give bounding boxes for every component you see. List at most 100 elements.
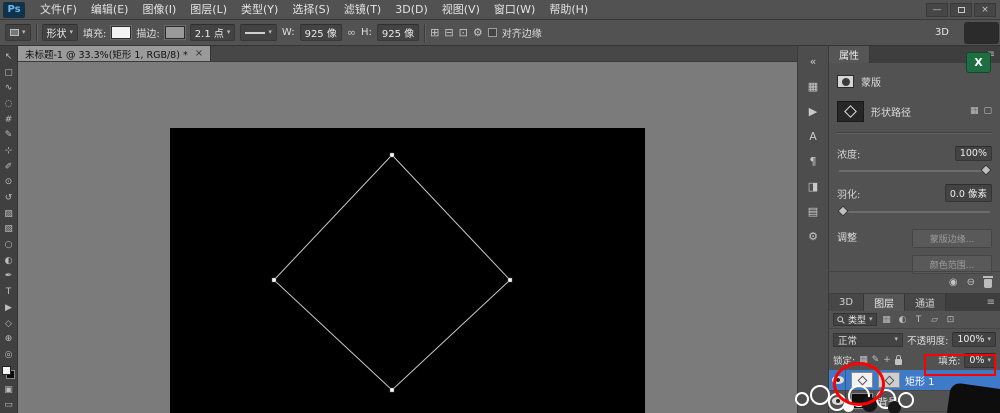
fill-swatch[interactable] [111, 26, 131, 39]
filter-type-layers-icon[interactable]: T [913, 315, 925, 325]
tab-3d[interactable]: 3D [829, 294, 864, 311]
mask-visibility-icon[interactable]: ◉ [949, 277, 958, 288]
shape-tool[interactable]: ◇ [0, 316, 18, 332]
stroke-width-field[interactable]: 2.1 点 ▾ [190, 24, 236, 41]
shape-path[interactable] [274, 155, 510, 390]
add-vector-mask-icon[interactable]: ▢ [983, 106, 992, 116]
color-swatches[interactable] [2, 366, 15, 379]
restore-icon [958, 7, 965, 13]
feather-field[interactable]: 0.0 像素 [945, 184, 992, 202]
adjustments-panel-icon[interactable]: ◨ [801, 175, 825, 197]
lock-all-icon[interactable] [895, 359, 902, 365]
document-tab[interactable]: 未标题-1 @ 33.3%(矩形 1, RGB/8) * × [18, 46, 211, 61]
tab-channels[interactable]: 通道 [905, 294, 946, 311]
dodge-tool[interactable]: ◐ [0, 253, 18, 269]
density-field[interactable]: 100% [955, 146, 992, 161]
menu-help[interactable]: 帮助(H) [542, 0, 595, 20]
width-field[interactable]: 925 像 [300, 24, 342, 41]
tool-presets-panel-icon[interactable]: ⚙ [801, 225, 825, 247]
pen-tool[interactable]: ✒ [0, 269, 18, 285]
menu-select[interactable]: 选择(S) [285, 0, 337, 20]
quick-select-tool[interactable]: ◌ [0, 96, 18, 112]
blur-tool[interactable]: ○ [0, 237, 18, 253]
tool-preset-picker[interactable]: ▾ [5, 24, 31, 41]
actions-panel-icon[interactable]: ▶ [801, 100, 825, 122]
menu-window[interactable]: 窗口(W) [487, 0, 542, 20]
foreground-color-swatch[interactable] [2, 366, 11, 375]
lock-pixels-icon[interactable]: ✎ [872, 355, 880, 365]
menu-edit[interactable]: 编辑(E) [84, 0, 136, 20]
marquee-tool[interactable]: ▢ [0, 65, 18, 81]
delete-mask-icon[interactable] [984, 279, 992, 288]
excel-file-icon[interactable]: X [966, 52, 991, 73]
density-slider[interactable] [839, 170, 990, 172]
anchor-point[interactable] [390, 153, 394, 157]
density-slider-knob[interactable] [980, 164, 991, 175]
feather-slider-knob[interactable] [837, 205, 848, 216]
canvas[interactable] [170, 128, 645, 413]
move-tool[interactable]: ↖ [0, 49, 18, 65]
menu-view[interactable]: 视图(V) [435, 0, 487, 20]
lock-position-icon[interactable]: + [883, 355, 891, 365]
screen-mode-icon[interactable]: ▭ [0, 397, 18, 413]
workspace-switcher[interactable]: 3D [935, 27, 949, 38]
brush-tool[interactable]: ✐ [0, 159, 18, 175]
add-pixel-mask-icon[interactable]: ▦ [970, 106, 979, 116]
menu-3d[interactable]: 3D(D) [388, 0, 435, 20]
type-tool[interactable]: T [0, 284, 18, 300]
feather-slider[interactable] [839, 211, 990, 213]
path-operations-icon[interactable]: ⊞ [430, 26, 439, 39]
tab-layers[interactable]: 图层 [864, 294, 905, 311]
layer-filter-select[interactable]: 类型 ▾ [833, 313, 877, 326]
character-panel-icon[interactable]: A [801, 125, 825, 147]
collapse-panels-icon[interactable]: « [801, 50, 825, 72]
height-field[interactable]: 925 像 [377, 24, 419, 41]
stroke-style-select[interactable]: ▾ [240, 24, 277, 41]
crop-tool[interactable]: # [0, 112, 18, 128]
filter-smart-objects-icon[interactable]: ⊡ [945, 315, 957, 325]
close-button[interactable]: × [974, 3, 996, 17]
quick-mask-icon[interactable]: ▣ [0, 382, 18, 398]
menu-image[interactable]: 图像(I) [135, 0, 183, 20]
stroke-swatch[interactable] [165, 26, 185, 39]
filter-adjustment-layers-icon[interactable]: ◐ [897, 315, 909, 325]
menu-filter[interactable]: 滤镜(T) [337, 0, 388, 20]
mask-edge-button[interactable]: 蒙版边缘... [912, 229, 992, 248]
menu-layer[interactable]: 图层(L) [183, 0, 234, 20]
swatches-panel-icon[interactable]: ▦ [801, 75, 825, 97]
paragraph-panel-icon[interactable]: ¶ [801, 150, 825, 172]
eraser-tool[interactable]: ▨ [0, 206, 18, 222]
anchor-point[interactable] [272, 278, 276, 282]
history-brush-tool[interactable]: ↺ [0, 190, 18, 206]
healing-brush-tool[interactable]: ⊹ [0, 143, 18, 159]
tool-mode-select[interactable]: 形状 ▾ [42, 24, 79, 41]
restore-button[interactable] [950, 3, 972, 17]
menu-file[interactable]: 文件(F) [33, 0, 84, 20]
gear-icon[interactable]: ⚙ [473, 26, 483, 39]
anchor-point[interactable] [508, 278, 512, 282]
path-alignment-icon[interactable]: ⊟ [444, 26, 453, 39]
path-arrangement-icon[interactable]: ⊡ [459, 26, 468, 39]
lasso-tool[interactable]: ∿ [0, 80, 18, 96]
align-edges-checkbox[interactable] [488, 28, 497, 37]
minimize-button[interactable]: — [926, 3, 948, 17]
eyedropper-tool[interactable]: ✎ [0, 127, 18, 143]
anchor-point[interactable] [390, 388, 394, 392]
panel-menu-icon[interactable]: ≡ [982, 294, 1000, 311]
adjust-section: 调整 蒙版边缘... 颜色范围... [837, 229, 992, 274]
path-select-tool[interactable]: ▶ [0, 300, 18, 316]
clone-stamp-tool[interactable]: ⊙ [0, 175, 18, 191]
link-dimensions-icon[interactable]: ∞ [347, 26, 356, 39]
zoom-tool[interactable]: ◎ [0, 347, 18, 363]
hand-tool[interactable]: ⊕ [0, 331, 18, 347]
opacity-field[interactable]: 100% ▾ [952, 332, 996, 347]
layer-comps-panel-icon[interactable]: ▤ [801, 200, 825, 222]
filter-shape-layers-icon[interactable]: ▱ [929, 315, 941, 325]
filter-pixel-layers-icon[interactable]: ▦ [881, 315, 893, 325]
menu-type[interactable]: 类型(Y) [234, 0, 285, 20]
invert-mask-icon[interactable]: ⊖ [967, 277, 975, 288]
tab-close-icon[interactable]: × [195, 48, 203, 59]
gradient-tool[interactable]: ▧ [0, 222, 18, 238]
tab-properties[interactable]: 属性 [829, 46, 870, 63]
blend-mode-select[interactable]: 正常 ▾ [833, 333, 903, 347]
